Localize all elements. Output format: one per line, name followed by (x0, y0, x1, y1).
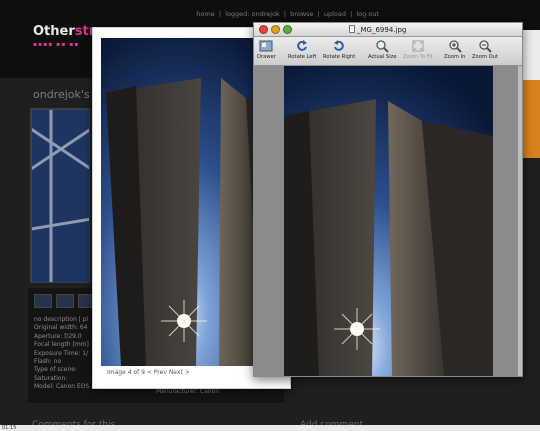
window-title: _MG_6994.jpg (349, 25, 406, 34)
zoom-out-button[interactable]: Zoom Out (472, 39, 498, 60)
next-link[interactable]: Next > (169, 369, 190, 376)
lightbox-caption: Image 4 of 9 < Prev Next > (107, 369, 190, 376)
logo-main: Other (33, 24, 75, 39)
preview-photo[interactable] (284, 66, 493, 376)
prev-link[interactable]: < Prev (147, 369, 167, 376)
exif-manufacturer: Manufacturer: Canon (156, 388, 220, 395)
nav-logged-user[interactable]: logged: ondrejok (225, 10, 280, 18)
nav-separator: | (283, 10, 287, 18)
nav-separator: | (317, 10, 320, 18)
preview-toolbar: Drawer Rotate Left Rotate Right Actual S… (254, 37, 522, 66)
zoom-in-label: Zoom In (444, 54, 466, 60)
background-photo-thumbnail[interactable] (30, 108, 90, 283)
drawer-label: Drawer (257, 54, 276, 60)
rotate-left-label: Rotate Left (288, 54, 317, 60)
window-titlebar[interactable]: _MG_6994.jpg (254, 23, 522, 37)
top-nav: home | logged: ondrejok | browse | uploa… (195, 10, 380, 18)
minimize-window-button[interactable] (271, 25, 280, 34)
actual-size-button[interactable]: Actual Size (368, 39, 397, 60)
scrollbar[interactable] (518, 66, 522, 376)
image-counter: Image 4 of 9 (107, 369, 145, 376)
zoom-out-icon (479, 40, 492, 53)
logo-tagline: ▪▪▪▪ ▪▪ ▪▪ (33, 41, 80, 48)
preview-window: _MG_6994.jpg Drawer Rotate Left Rotate R… (253, 22, 523, 377)
background-window-accent (523, 80, 540, 158)
nav-browse-link[interactable]: browse (290, 10, 313, 18)
actual-size-label: Actual Size (368, 54, 397, 60)
rotate-right-label: Rotate Right (323, 54, 356, 60)
nav-separator: | (350, 10, 353, 18)
drawer-icon (259, 40, 273, 52)
nav-logout-link[interactable]: log out (356, 10, 379, 18)
preview-canvas (254, 66, 522, 376)
drawer-button[interactable]: Drawer (257, 39, 276, 60)
rotate-right-button[interactable]: Rotate Right (323, 39, 355, 60)
background-window-edge (523, 30, 540, 80)
rotate-right-icon (334, 40, 344, 51)
zoom-out-label: Zoom Out (472, 54, 499, 60)
thumbnail-strip (34, 294, 96, 308)
zoom-in-icon (449, 40, 462, 53)
nav-upload-link[interactable]: upload (324, 10, 346, 18)
page-title: ondrejok's (33, 88, 90, 101)
thumbnail[interactable] (56, 294, 74, 308)
zoom-to-fit-label: Zoom To Fit (403, 54, 433, 60)
zoom-to-fit-icon (412, 40, 424, 52)
status-strip: 01:15 (0, 425, 540, 431)
close-window-button[interactable] (259, 25, 268, 34)
rotate-left-icon (297, 40, 308, 51)
thumbnail[interactable] (34, 294, 52, 308)
nav-separator: | (218, 10, 222, 18)
rotate-left-button[interactable]: Rotate Left (288, 39, 316, 60)
actual-size-icon (376, 40, 389, 53)
zoom-window-button[interactable] (283, 25, 292, 34)
document-icon (349, 25, 355, 33)
zoom-to-fit-button[interactable]: Zoom To Fit (403, 39, 433, 60)
zoom-in-button[interactable]: Zoom In (444, 39, 465, 60)
nav-home-link[interactable]: home (196, 10, 214, 18)
screen: home | logged: ondrejok | browse | uploa… (0, 0, 540, 431)
window-title-text: _MG_6994.jpg (357, 26, 407, 34)
